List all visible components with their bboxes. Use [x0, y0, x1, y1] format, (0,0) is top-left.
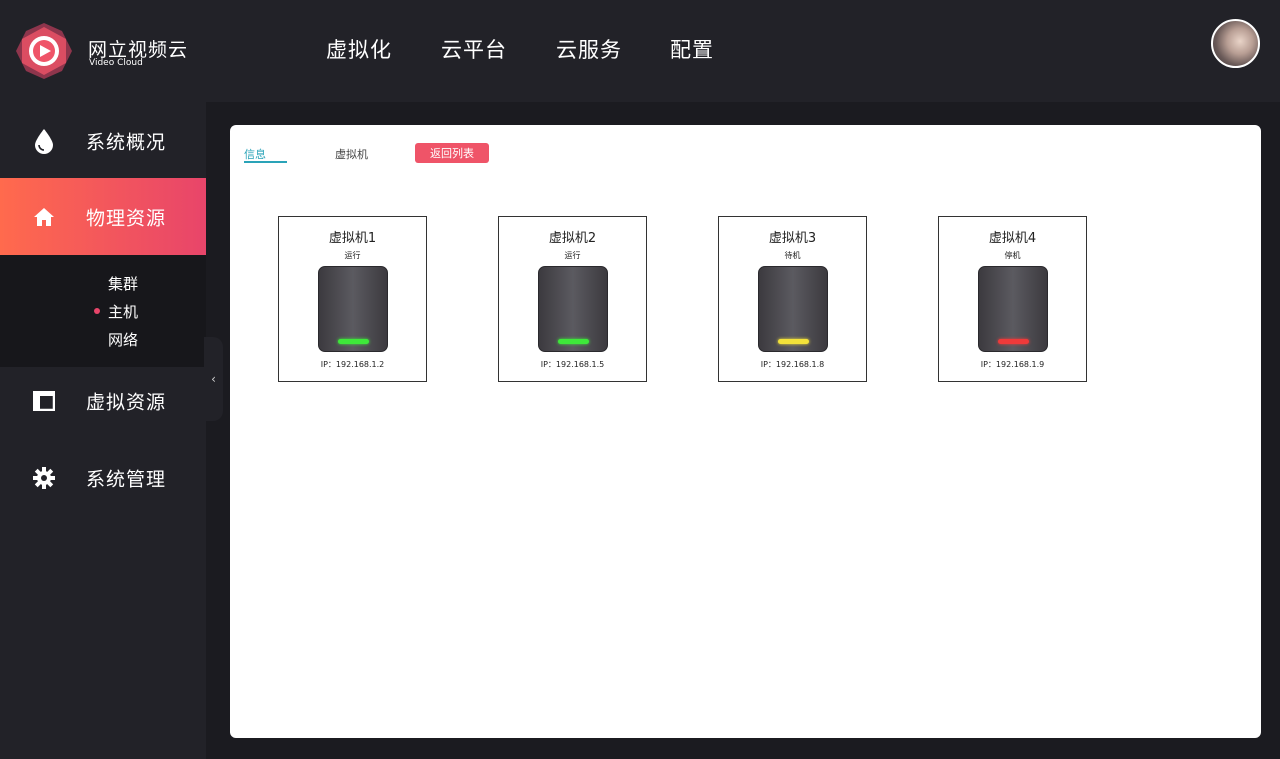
- content-panel: 信息 虚拟机 返回列表 虚拟机1 运行 IP：192.168.1.2 虚拟机2 …: [230, 125, 1261, 738]
- vm-card[interactable]: 虚拟机2 运行 IP：192.168.1.5: [498, 216, 647, 382]
- collapse-sidebar-button[interactable]: ‹: [204, 337, 223, 421]
- status-led: [778, 339, 809, 344]
- vm-card[interactable]: 虚拟机4 停机 IP：192.168.1.9: [938, 216, 1087, 382]
- sidebar-item-label: 系统管理: [86, 468, 167, 490]
- sidebar: 网立视频云 Video Cloud 系统概况 物理资源 集群 主机 网络 虚拟资…: [0, 0, 206, 759]
- vm-card[interactable]: 虚拟机3 待机 IP：192.168.1.8: [718, 216, 867, 382]
- server-icon: [538, 266, 608, 352]
- vm-status: 运行: [344, 251, 361, 260]
- sidebar-item-label: 系统概况: [86, 131, 167, 153]
- tab-active-indicator: [244, 161, 287, 163]
- top-nav-config[interactable]: 配置: [670, 34, 714, 64]
- droplet-icon: [32, 128, 56, 154]
- sidebar-item-label: 物理资源: [86, 207, 167, 229]
- top-nav-cloud-platform[interactable]: 云平台: [441, 34, 507, 64]
- subnav-item-network[interactable]: 网络: [108, 329, 138, 350]
- tab-vm[interactable]: 虚拟机: [335, 146, 368, 162]
- sidebar-item-system-management[interactable]: 系统管理: [0, 439, 206, 516]
- status-led: [338, 339, 369, 344]
- top-nav-virtualization[interactable]: 虚拟化: [326, 34, 392, 64]
- status-led: [558, 339, 589, 344]
- vm-ip: IP：192.168.1.9: [980, 360, 1045, 369]
- gear-icon: [32, 466, 56, 490]
- vm-name: 虚拟机4: [988, 231, 1037, 246]
- vm-status: 待机: [784, 251, 801, 260]
- vm-ip: IP：192.168.1.2: [320, 360, 385, 369]
- avatar[interactable]: [1211, 19, 1260, 68]
- layout-icon: [32, 389, 56, 413]
- active-dot: [94, 308, 100, 314]
- back-to-list-button[interactable]: 返回列表: [415, 143, 489, 163]
- top-nav-cloud-service[interactable]: 云服务: [556, 34, 622, 64]
- server-icon: [318, 266, 388, 352]
- sidebar-item-virtual-resources[interactable]: 虚拟资源: [0, 362, 206, 439]
- app-subtitle: Video Cloud: [89, 58, 143, 68]
- tab-info[interactable]: 信息: [244, 146, 266, 162]
- subnav: 集群 主机 网络: [0, 255, 206, 367]
- logo-icon: [16, 23, 72, 79]
- vm-card[interactable]: 虚拟机1 运行 IP：192.168.1.2: [278, 216, 427, 382]
- vm-status: 运行: [564, 251, 581, 260]
- vm-ip: IP：192.168.1.8: [760, 360, 825, 369]
- subnav-item-cluster[interactable]: 集群: [108, 273, 138, 294]
- vm-name: 虚拟机3: [768, 231, 817, 246]
- logo[interactable]: 网立视频云 Video Cloud: [0, 0, 206, 102]
- sidebar-item-overview[interactable]: 系统概况: [0, 102, 206, 179]
- vm-name: 虚拟机1: [328, 231, 377, 246]
- sidebar-item-label: 虚拟资源: [86, 391, 167, 413]
- vm-name: 虚拟机2: [548, 231, 597, 246]
- sidebar-item-physical-resources[interactable]: 物理资源: [0, 178, 206, 255]
- home-icon: [32, 205, 56, 229]
- status-led: [998, 339, 1029, 344]
- server-icon: [758, 266, 828, 352]
- subnav-item-host[interactable]: 主机: [108, 301, 138, 322]
- vm-status: 停机: [1004, 251, 1021, 260]
- server-icon: [978, 266, 1048, 352]
- chevron-left-icon: ‹: [211, 372, 216, 386]
- vm-ip: IP：192.168.1.5: [540, 360, 605, 369]
